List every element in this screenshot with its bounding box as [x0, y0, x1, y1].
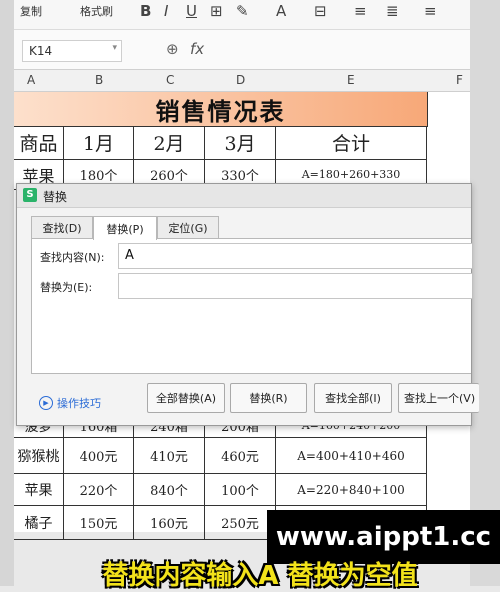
- table-cell[interactable]: 160元: [134, 506, 205, 540]
- table-cell[interactable]: 410元: [134, 438, 205, 474]
- replace-button[interactable]: 替换(R): [230, 383, 307, 413]
- replace-label: 替换为(E):: [40, 281, 93, 294]
- wrap-icon[interactable]: ≡: [354, 2, 367, 20]
- replace-dialog: S 替换 查找(D) 替换(P) 定位(G) 查找内容(N): A 替换为(E)…: [16, 183, 479, 426]
- play-icon: ▶: [39, 396, 53, 410]
- find-label: 查找内容(N):: [40, 251, 105, 264]
- italic-button[interactable]: I: [164, 2, 168, 20]
- table-cell[interactable]: A=400+410+460: [276, 438, 427, 474]
- zoom-icon[interactable]: ⊕: [166, 40, 179, 58]
- column-header[interactable]: C: [166, 73, 174, 87]
- dialog-title: 替换: [43, 190, 68, 204]
- font-color-icon[interactable]: A: [276, 2, 286, 20]
- ribbon-toolbar: 复制 格式刷 B I U ⊞ ✎ A ⊟ ≡ ≣ ≡: [14, 0, 470, 30]
- find-all-button[interactable]: 查找全部(I): [314, 383, 392, 413]
- chevron-down-icon[interactable]: ▾: [112, 43, 117, 53]
- replace-input[interactable]: [118, 273, 472, 299]
- table-cell[interactable]: 橘子: [14, 506, 64, 540]
- format-painter-button[interactable]: 格式刷: [80, 3, 113, 19]
- table-cell[interactable]: 400元: [64, 438, 134, 474]
- table-cell[interactable]: 100个: [205, 474, 276, 506]
- sheet-title[interactable]: 销售情况表: [14, 92, 428, 127]
- tab-replace[interactable]: 替换(P): [93, 216, 157, 240]
- table-cell[interactable]: 220个: [64, 474, 134, 506]
- header-cell[interactable]: 1月: [64, 126, 134, 160]
- formula-bar: K14 ▾ ⊕ fx: [14, 30, 470, 70]
- find-input[interactable]: A: [118, 243, 472, 269]
- column-header[interactable]: E: [347, 73, 355, 87]
- fx-button[interactable]: fx: [190, 40, 204, 58]
- frame-right-edge: [470, 0, 500, 586]
- fill-color-icon[interactable]: ✎: [236, 2, 249, 20]
- tab-find[interactable]: 查找(D): [31, 216, 93, 239]
- paste-button[interactable]: 复制: [20, 3, 42, 19]
- number-format-icon[interactable]: ≡: [424, 2, 437, 20]
- replace-panel: 查找内容(N): A 替换为(E):: [31, 238, 472, 374]
- tab-goto[interactable]: 定位(G): [157, 216, 219, 239]
- border-icon[interactable]: ⊞: [210, 2, 223, 20]
- column-headers: A B C D E F: [14, 70, 470, 92]
- frame-left-edge: [0, 0, 14, 586]
- tips-link[interactable]: ▶ 操作技巧: [39, 395, 101, 411]
- underline-button[interactable]: U: [186, 2, 197, 20]
- name-box[interactable]: K14 ▾: [22, 40, 122, 62]
- column-header[interactable]: A: [27, 73, 35, 87]
- bold-button[interactable]: B: [140, 2, 151, 20]
- replace-all-button[interactable]: 全部替换(A): [147, 383, 225, 413]
- table-cell[interactable]: 250元: [205, 506, 276, 540]
- table-cell[interactable]: 840个: [134, 474, 205, 506]
- dialog-titlebar[interactable]: S 替换: [17, 184, 471, 208]
- align-icon[interactable]: ≣: [386, 2, 399, 20]
- find-previous-button[interactable]: 查找上一个(V): [398, 383, 479, 413]
- video-caption: 替换内容输入A 替换为空值: [102, 561, 418, 591]
- tips-label: 操作技巧: [57, 397, 101, 410]
- merge-icon[interactable]: ⊟: [314, 2, 327, 20]
- header-cell[interactable]: 3月: [205, 126, 276, 160]
- column-header[interactable]: D: [236, 73, 245, 87]
- cell-reference: K14: [29, 44, 53, 58]
- column-header[interactable]: B: [95, 73, 103, 87]
- table-cell[interactable]: 150元: [64, 506, 134, 540]
- header-cell[interactable]: 商品: [14, 126, 64, 160]
- table-cell[interactable]: A=220+840+100: [276, 474, 427, 506]
- table-cell[interactable]: 猕猴桃: [14, 438, 64, 474]
- column-header[interactable]: F: [456, 73, 463, 87]
- header-cell[interactable]: 合计: [276, 126, 427, 160]
- table-cell[interactable]: 460元: [205, 438, 276, 474]
- header-cell[interactable]: 2月: [134, 126, 205, 160]
- table-cell[interactable]: 苹果: [14, 474, 64, 506]
- wps-logo-icon: S: [23, 188, 37, 202]
